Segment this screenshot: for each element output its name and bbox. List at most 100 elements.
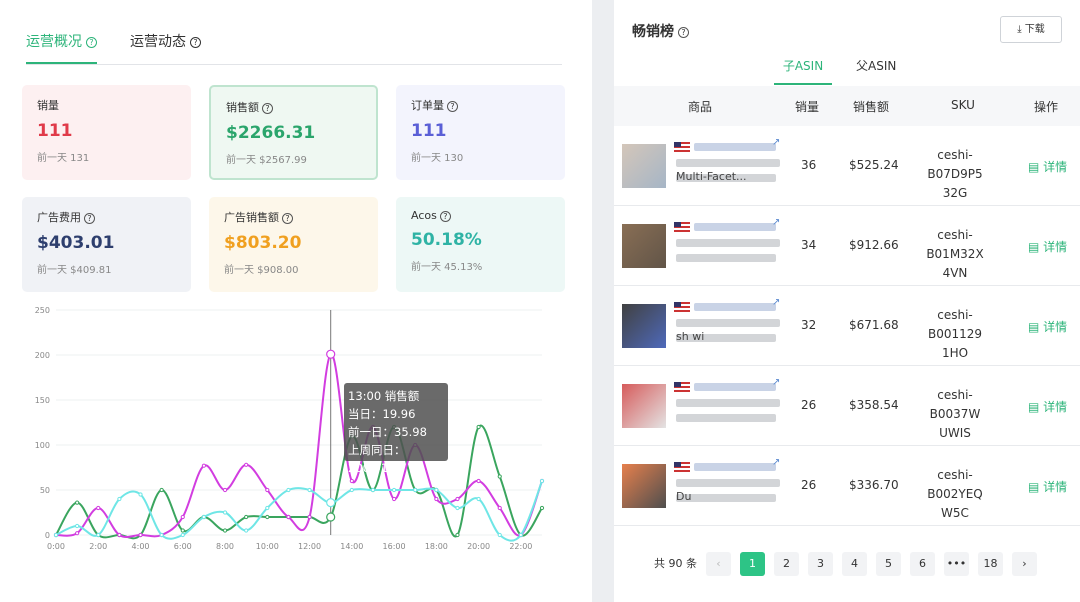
download-button[interactable]: ⤓ 下载 <box>1000 16 1062 43</box>
detail-link[interactable]: ▤ 详情 <box>1028 238 1067 255</box>
help-icon[interactable]: ? <box>262 103 273 114</box>
data-point <box>434 487 439 493</box>
help-icon[interactable]: ? <box>678 27 689 38</box>
metric-card: Acos? 50.18% 前一天 45.13% <box>396 197 565 292</box>
sales-qty: 32 <box>801 318 817 332</box>
data-point <box>180 514 185 520</box>
product-title-blurred <box>694 143 776 151</box>
tab-overview[interactable]: 运营概况? <box>26 33 97 64</box>
data-point <box>391 487 397 493</box>
x-tick-label: 18:00 <box>425 542 448 551</box>
product-title-blurred <box>694 303 776 311</box>
metric-previous: 前一天 45.13% <box>411 262 483 273</box>
data-point <box>370 487 376 493</box>
product-title-blurred <box>694 223 776 231</box>
page-button[interactable]: 2 <box>774 552 799 576</box>
detail-link[interactable]: ▤ 详情 <box>1028 158 1067 175</box>
sku: ceshi-B07D9P5 32G <box>927 148 983 200</box>
data-point <box>476 424 481 430</box>
page-button[interactable]: 4 <box>842 552 867 576</box>
y-tick-label: 0 <box>45 531 50 540</box>
metric-label: 销量 <box>37 99 59 112</box>
panel-title: 畅销榜? <box>632 21 689 41</box>
help-icon[interactable]: ? <box>439 211 451 222</box>
metric-label: 广告销售额? <box>224 209 363 225</box>
detail-link[interactable]: ▤ 详情 <box>1028 318 1067 335</box>
document-icon: ▤ <box>1028 160 1040 174</box>
table-header: 商品 销量 销售额 SKU 操作 <box>614 86 1080 126</box>
metric-previous: 前一天 $409.81 <box>37 265 112 276</box>
metric-label: Acos? <box>411 209 550 222</box>
overview-panel: 运营概况? 运营动态? 销量 111 前一天 131 销售额? $2266.31 前一天 … <box>0 0 592 602</box>
document-icon: ▤ <box>1028 400 1040 414</box>
us-flag-icon <box>674 382 690 392</box>
sku: ceshi-B01M32X 4VN <box>926 228 984 280</box>
table-row: Multi-Facet... ↗ 36 $525.24 ceshi-B07D9P5 32G… <box>614 126 1080 206</box>
data-point <box>518 532 523 538</box>
x-tick-label: 8:00 <box>216 542 234 551</box>
page-button[interactable]: 3 <box>808 552 833 576</box>
data-point <box>75 500 80 505</box>
data-point <box>455 496 460 502</box>
page-button[interactable]: 5 <box>876 552 901 576</box>
help-icon[interactable]: ? <box>86 37 97 48</box>
metric-value: $403.01 <box>37 233 115 253</box>
data-point <box>138 492 143 497</box>
x-tick-label: 14:00 <box>340 542 363 551</box>
highlight-point <box>326 512 336 522</box>
sales-amount: $336.70 <box>849 478 899 492</box>
external-link-icon[interactable]: ↗ <box>772 297 780 308</box>
prev-page-button[interactable]: ‹ <box>706 552 731 576</box>
col-sales: 销售额 <box>853 100 890 114</box>
document-icon: ▤ <box>1028 480 1040 494</box>
external-link-icon[interactable]: ↗ <box>772 217 780 228</box>
sales-amount: $912.66 <box>849 238 899 252</box>
tab-child-asin[interactable]: 子ASIN <box>774 57 832 85</box>
metric-value: $803.20 <box>224 233 302 253</box>
x-tick-label: 12:00 <box>298 542 321 551</box>
col-action: 操作 <box>1034 100 1059 114</box>
external-link-icon[interactable]: ↗ <box>772 457 780 468</box>
data-point <box>159 532 164 538</box>
product-name: sh wi <box>676 330 705 343</box>
data-point <box>497 532 502 538</box>
metric-card: 销售额? $2266.31 前一天 $2567.99 <box>209 85 378 180</box>
help-icon[interactable]: ? <box>282 213 293 224</box>
product-name: Du <box>676 490 692 503</box>
external-link-icon[interactable]: ↗ <box>772 137 780 148</box>
sku: ceshi-B002YEQ W5C <box>927 468 983 520</box>
data-point <box>413 487 418 493</box>
product-name: Multi-Facet... <box>676 170 747 183</box>
data-point <box>307 514 312 520</box>
help-icon[interactable]: ? <box>447 101 458 112</box>
metric-previous: 前一天 $908.00 <box>224 265 299 276</box>
metric-previous: 前一天 131 <box>37 153 90 164</box>
detail-link[interactable]: ▤ 详情 <box>1028 478 1067 495</box>
detail-link[interactable]: ▤ 详情 <box>1028 398 1067 415</box>
tab-activity[interactable]: 运营动态? <box>130 33 201 64</box>
product-title-blurred <box>676 414 776 422</box>
page-button[interactable]: 1 <box>740 552 765 576</box>
product-title-blurred <box>676 399 780 407</box>
product-title-blurred <box>694 463 776 471</box>
help-icon[interactable]: ? <box>84 213 95 224</box>
sales-qty: 34 <box>801 238 817 252</box>
help-icon[interactable]: ? <box>190 37 201 48</box>
y-tick-label: 50 <box>40 486 50 495</box>
data-point <box>349 478 354 484</box>
next-page-button[interactable]: › <box>1012 552 1037 576</box>
metric-card: 广告费用? $403.01 前一天 $409.81 <box>22 197 191 292</box>
data-point <box>539 505 545 511</box>
metric-label: 订单量? <box>411 97 550 113</box>
y-tick-label: 200 <box>35 351 50 360</box>
sku: ceshi-B0037W UWIS <box>929 388 981 440</box>
download-icon: ⤓ <box>1017 24 1022 35</box>
page-button[interactable]: 6 <box>910 552 935 576</box>
product-title-blurred <box>676 254 776 262</box>
page-button[interactable]: 18 <box>978 552 1003 576</box>
page-button[interactable]: ••• <box>944 552 969 576</box>
tab-parent-asin[interactable]: 父ASIN <box>856 57 896 85</box>
external-link-icon[interactable]: ↗ <box>772 377 780 388</box>
product-thumbnail <box>622 224 666 268</box>
data-point <box>244 514 249 520</box>
